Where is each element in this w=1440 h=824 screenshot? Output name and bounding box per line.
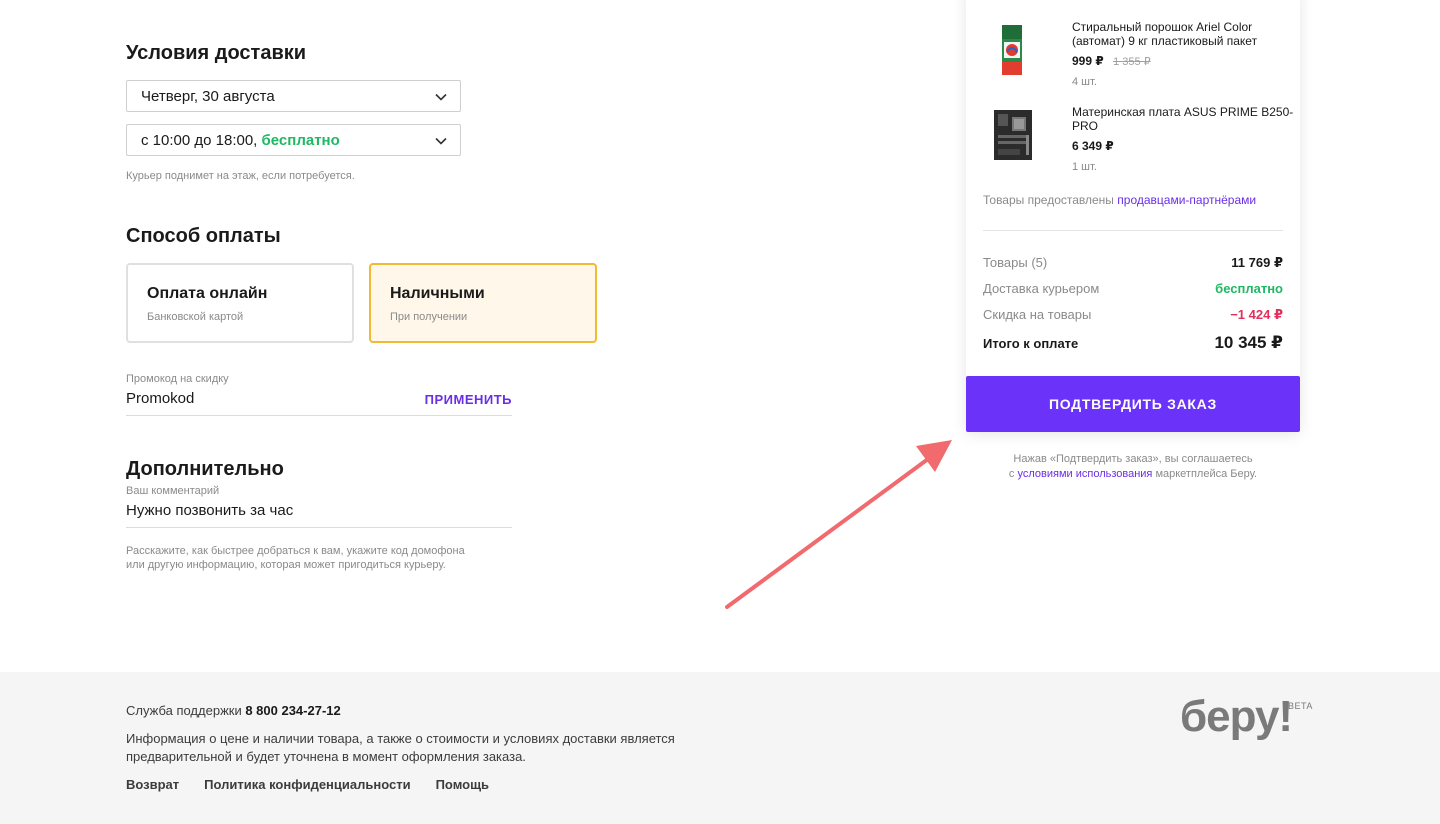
chevron-down-icon [435, 93, 447, 101]
partners-note: Товары предоставлены продавцами-партнёра… [983, 193, 1256, 207]
support-line: Служба поддержки 8 800 234-27-12 [126, 703, 341, 718]
footer: Служба поддержки 8 800 234-27-12 Информа… [0, 672, 1440, 824]
comment-hint-line: или другую информацию, которая может при… [126, 559, 446, 571]
chevron-down-icon [435, 137, 447, 145]
cart-item-old-price: 1 355 ₽ [1113, 56, 1151, 68]
delivery-date-select[interactable]: Четверг, 30 августа [126, 80, 461, 112]
payment-title: Способ оплаты [126, 225, 281, 247]
summary-total-row: Итого к оплате 10 345 ₽ [983, 333, 1283, 353]
cart-item-price: 999 ₽ [1072, 54, 1104, 68]
summary-discount-value: −1 424 ₽ [1230, 307, 1283, 322]
summary-delivery-label: Доставка курьером [983, 281, 1100, 296]
terms-agreement: Нажав «Подтвердить заказ», вы соглашаете… [966, 452, 1300, 482]
support-label: Служба поддержки [126, 703, 246, 718]
summary-goods-row: Товары (5) 11 769 ₽ [983, 255, 1283, 271]
motherboard-product-image [994, 110, 1032, 160]
payment-cash-title: Наличными [390, 285, 485, 302]
payment-online-subtitle: Банковской картой [147, 311, 244, 323]
delivery-time-select[interactable]: с 10:00 до 18:00, бесплатно [126, 124, 461, 156]
summary-total-label: Итого к оплате [983, 335, 1079, 351]
footer-link-help[interactable]: Помощь [436, 777, 489, 792]
payment-online-option[interactable]: Оплата онлайн Банковской картой [126, 263, 354, 343]
comment-label: Ваш комментарий [126, 485, 220, 497]
promo-apply-button[interactable]: ПРИМЕНИТЬ [400, 392, 512, 407]
detergent-product-image [1002, 25, 1022, 75]
footer-link-return[interactable]: Возврат [126, 777, 179, 792]
cart-item-quantity: 4 шт. [1072, 76, 1097, 88]
delivery-time-range: с 10:00 до 18:00, [141, 131, 262, 149]
support-phone[interactable]: 8 800 234-27-12 [245, 703, 340, 718]
extra-title: Дополнительно [126, 458, 284, 480]
payment-online-title: Оплата онлайн [147, 285, 268, 302]
footer-link-privacy[interactable]: Политика конфиденциальности [204, 777, 410, 792]
summary-divider [983, 230, 1283, 231]
promo-label: Промокод на скидку [126, 373, 229, 385]
footer-info-line: Информация о цене и наличии товара, а та… [126, 731, 675, 746]
terms-link[interactable]: условиями использования [1017, 468, 1152, 480]
delivery-hint: Курьер поднимет на этаж, если потребуетс… [126, 170, 355, 182]
cart-item-price: 6 349 ₽ [1072, 139, 1114, 153]
summary-goods-value: 11 769 ₽ [1231, 255, 1283, 270]
cart-item-quantity: 1 шт. [1072, 161, 1097, 173]
summary-discount-label: Скидка на товары [983, 307, 1092, 322]
summary-goods-label: Товары (5) [983, 255, 1048, 270]
summary-total-value: 10 345 ₽ [1214, 333, 1283, 352]
comment-input[interactable] [126, 500, 512, 528]
delivery-date-value: Четверг, 30 августа [141, 87, 275, 105]
cart-item-name: Стиральный порошок Ariel Color (автомат)… [1072, 20, 1258, 48]
summary-discount-row: Скидка на товары −1 424 ₽ [983, 307, 1283, 323]
beta-badge: BETA [1288, 701, 1313, 711]
comment-hint: Расскажите, как быстрее добраться к вам,… [126, 544, 465, 572]
delivery-free-label: бесплатно [261, 131, 340, 149]
terms-agreement-line: Нажав «Подтвердить заказ», вы соглашаете… [1013, 453, 1253, 465]
beru-logo[interactable]: беру! [1180, 692, 1293, 742]
footer-info-line: предварительной и будет уточнена в момен… [126, 749, 526, 764]
partners-text: Товары предоставлены [983, 193, 1118, 207]
order-summary-card: Стиральный порошок Ariel Color (автомат)… [966, 0, 1300, 432]
cart-item-name: Материнская плата ASUS PRIME B250-PRO [1072, 105, 1294, 133]
confirm-order-button[interactable]: ПОДТВЕРДИТЬ ЗАКАЗ [966, 376, 1300, 432]
payment-cash-option[interactable]: Наличными При получении [369, 263, 597, 343]
terms-suffix: маркетплейса Беру. [1152, 468, 1258, 480]
summary-delivery-row: Доставка курьером бесплатно [983, 281, 1283, 296]
comment-hint-line: Расскажите, как быстрее добраться к вам,… [126, 545, 465, 557]
footer-links: Возврат Политика конфиденциальности Помо… [126, 777, 489, 792]
terms-agreement-line: с условиями использования маркетплейса Б… [966, 467, 1300, 482]
footer-info: Информация о цене и наличии товара, а та… [126, 730, 686, 766]
summary-delivery-value: бесплатно [1215, 281, 1283, 296]
delivery-title: Условия доставки [126, 42, 307, 64]
payment-cash-subtitle: При получении [390, 311, 468, 323]
partners-link[interactable]: продавцами-партнёрами [1117, 193, 1256, 207]
